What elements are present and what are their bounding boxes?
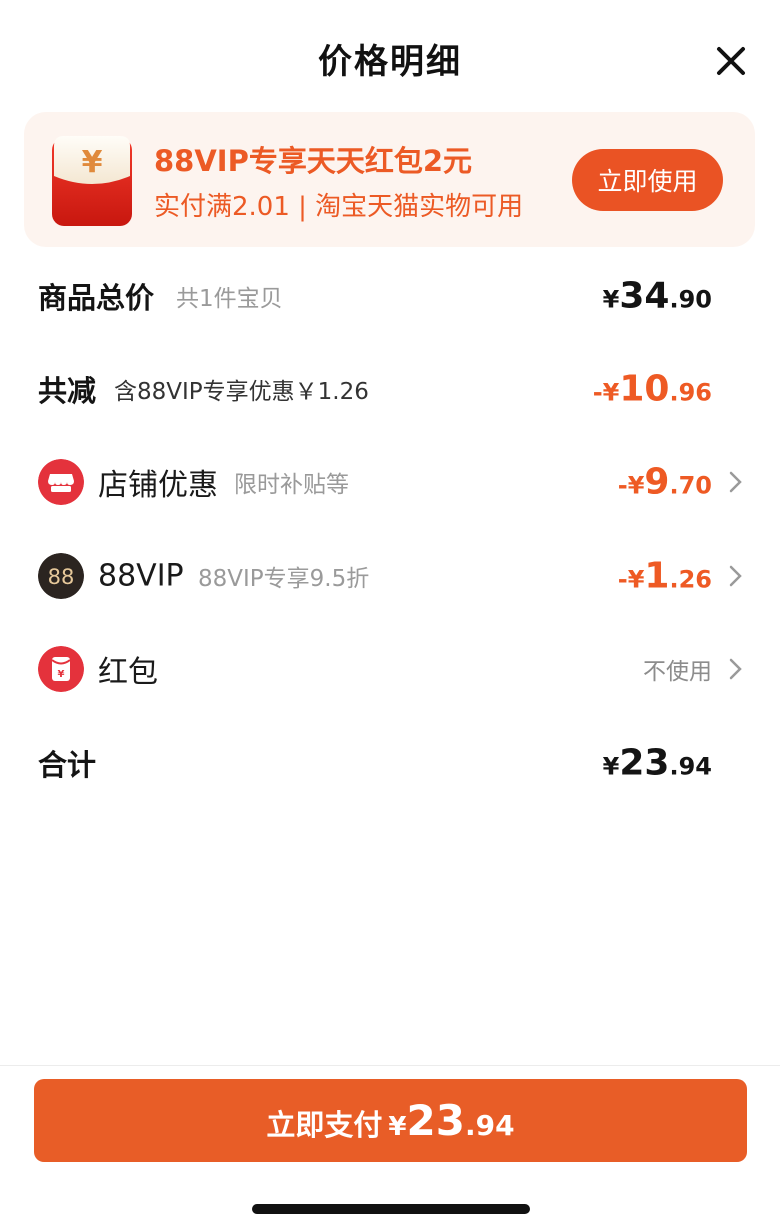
- 88vip-label: 88VIP: [98, 558, 184, 594]
- sum-label: 合计: [38, 748, 97, 782]
- home-indicator[interactable]: [252, 1204, 530, 1214]
- close-icon[interactable]: [712, 42, 750, 80]
- currency-symbol: -¥: [617, 565, 645, 594]
- use-now-button[interactable]: 立即使用: [572, 149, 723, 211]
- pay-currency: ¥: [388, 1112, 407, 1142]
- banner-subtitle: 实付满2.01 | 淘宝天猫实物可用: [154, 192, 524, 222]
- footer-divider: [0, 1065, 780, 1066]
- shop-discount-price: -¥ 9 .70: [618, 462, 712, 503]
- red-packet-icon: ¥: [52, 136, 132, 226]
- price-decimal: .26: [669, 565, 712, 594]
- price-integer: 9: [644, 461, 670, 503]
- price-integer: 10: [619, 368, 670, 410]
- goods-total-label: 商品总价: [38, 281, 155, 315]
- shop-discount-label: 店铺优惠: [98, 468, 218, 503]
- row-goods-total: 商品总价 共1件宝贝 ¥ 34 .90: [0, 266, 780, 326]
- reduction-label: 共减: [38, 374, 97, 408]
- row-shop-discount[interactable]: 店铺优惠 限时补贴等 -¥ 9 .70: [0, 452, 780, 512]
- row-88vip-discount[interactable]: 88 88VIP 88VIP专享9.5折 -¥ 1 .26: [0, 546, 780, 606]
- red-packet-label: 红包: [98, 655, 158, 690]
- price-decimal: .94: [669, 752, 712, 781]
- red-packet-status: 不使用: [643, 659, 712, 685]
- reduction-price: -¥ 10 .96: [593, 369, 712, 410]
- pay-now-label: 立即支付: [266, 1108, 383, 1142]
- 88vip-badge-icon: 88: [38, 553, 84, 599]
- 88vip-badge-text: 88: [48, 565, 75, 589]
- shop-discount-detail: 限时补贴等: [234, 472, 349, 498]
- goods-total-price: ¥ 34 .90: [603, 276, 712, 317]
- vip-redpacket-banner: ¥ 88VIP专享天天红包2元 实付满2.01 | 淘宝天猫实物可用 立即使用: [24, 112, 755, 247]
- 88vip-discount-price: -¥ 1 .26: [618, 556, 712, 597]
- reduction-detail: 含88VIP专享优惠￥1.26: [114, 379, 369, 405]
- 88vip-detail: 88VIP专享9.5折: [198, 566, 370, 592]
- price-integer: 34: [619, 275, 670, 317]
- currency-symbol: ¥: [602, 285, 620, 314]
- price-decimal: .90: [669, 285, 712, 314]
- red-packet-small-glyph: ¥: [58, 669, 65, 680]
- red-packet-glyph: ¥: [82, 145, 103, 180]
- pay-amount-integer: 23: [406, 1096, 465, 1145]
- chevron-right-icon[interactable]: [728, 564, 744, 588]
- banner-title: 88VIP专享天天红包2元: [154, 144, 473, 178]
- page-title: 价格明细: [318, 42, 462, 82]
- pay-now-button[interactable]: 立即支付 ¥ 23 .94: [34, 1079, 747, 1162]
- currency-symbol: ¥: [602, 752, 620, 781]
- row-total-reduction: 共减 含88VIP专享优惠￥1.26 -¥ 10 .96: [0, 359, 780, 419]
- price-decimal: .96: [669, 378, 712, 407]
- price-integer: 23: [619, 742, 670, 784]
- chevron-right-icon[interactable]: [728, 657, 744, 681]
- price-integer: 1: [644, 555, 670, 597]
- currency-symbol: -¥: [592, 378, 620, 407]
- pay-amount-decimal: .94: [464, 1109, 515, 1142]
- shop-icon: [38, 459, 84, 505]
- row-red-packet[interactable]: ¥ 红包 不使用: [0, 639, 780, 699]
- price-decimal: .70: [669, 471, 712, 500]
- red-packet-small-icon: ¥: [38, 646, 84, 692]
- chevron-right-icon[interactable]: [728, 470, 744, 494]
- goods-count-text: 共1件宝贝: [176, 286, 283, 312]
- currency-symbol: -¥: [617, 471, 645, 500]
- sum-price: ¥ 23 .94: [603, 743, 712, 784]
- price-detail-sheet: 价格明细 ¥ 88VIP专享天天红包2元 实付满2.01 | 淘宝天猫实物可用 …: [0, 0, 780, 1230]
- row-sum: 合计 ¥ 23 .94: [0, 733, 780, 793]
